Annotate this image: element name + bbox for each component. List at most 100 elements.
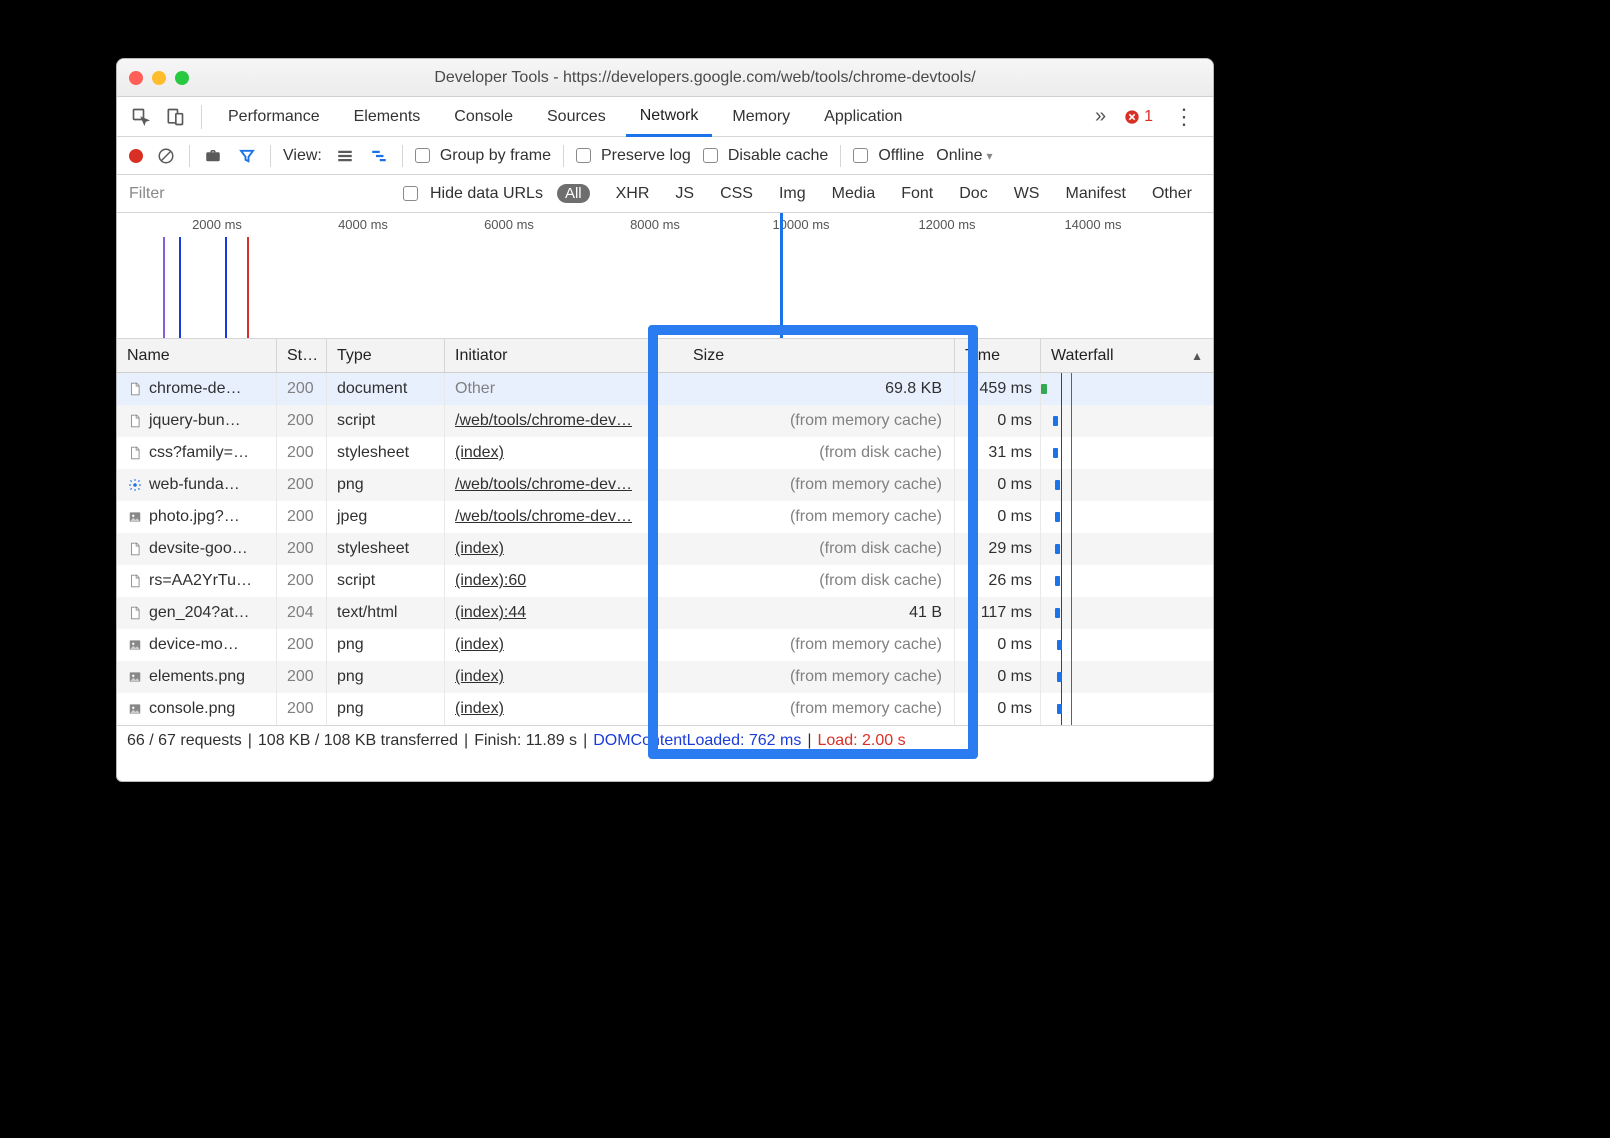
large-rows-icon[interactable] — [334, 145, 356, 167]
request-status: 200 — [277, 565, 327, 597]
column-size[interactable]: Size — [649, 339, 955, 372]
filter-type-all[interactable]: All — [557, 184, 590, 203]
status-dcl: DOMContentLoaded: 762 ms — [593, 732, 801, 750]
filter-type-font[interactable]: Font — [901, 185, 933, 203]
hide-data-urls-checkbox[interactable]: Hide data URLs — [403, 185, 543, 203]
request-initiator[interactable]: /web/tools/chrome-dev… — [445, 405, 649, 437]
status-requests: 66 / 67 requests — [127, 732, 242, 750]
request-initiator[interactable]: (index) — [445, 661, 649, 693]
request-type: script — [327, 565, 445, 597]
waterfall-bar — [1057, 704, 1062, 714]
timeline-cursor[interactable] — [780, 213, 783, 338]
request-size: (from disk cache) — [649, 533, 955, 565]
column-waterfall[interactable]: Waterfall▲ — [1041, 339, 1213, 372]
disable-cache-checkbox[interactable]: Disable cache — [703, 147, 829, 165]
column-type[interactable]: Type — [327, 339, 445, 372]
waterfall-view-icon[interactable] — [368, 145, 390, 167]
record-button[interactable] — [129, 149, 143, 163]
request-initiator[interactable]: (index):60 — [445, 565, 649, 597]
request-type: document — [327, 373, 445, 405]
settings-menu-icon[interactable]: ⋮ — [1165, 104, 1203, 130]
request-waterfall — [1041, 629, 1213, 661]
column-time[interactable]: Time — [955, 339, 1041, 372]
request-time: 29 ms — [955, 533, 1041, 565]
table-row[interactable]: jquery-bun…200script/web/tools/chrome-de… — [117, 405, 1213, 437]
tab-memory[interactable]: Memory — [718, 97, 804, 137]
request-size: (from disk cache) — [649, 437, 955, 469]
request-initiator[interactable]: (index) — [445, 629, 649, 661]
request-name: photo.jpg?… — [149, 508, 240, 526]
column-name[interactable]: Name — [117, 339, 277, 372]
filter-type-doc[interactable]: Doc — [959, 185, 987, 203]
request-size: (from disk cache) — [649, 565, 955, 597]
minimize-window-button[interactable] — [152, 71, 166, 85]
request-name: css?family=… — [149, 444, 249, 462]
offline-checkbox[interactable]: Offline — [853, 147, 924, 165]
request-size: (from memory cache) — [649, 693, 955, 725]
request-initiator[interactable]: (index) — [445, 533, 649, 565]
table-row[interactable]: chrome-de…200documentOther69.8 KB459 ms — [117, 373, 1213, 405]
tab-application[interactable]: Application — [810, 97, 916, 137]
group-by-frame-checkbox[interactable]: Group by frame — [415, 147, 551, 165]
request-name: chrome-de… — [149, 380, 241, 398]
filter-type-css[interactable]: CSS — [720, 185, 753, 203]
request-type: png — [327, 693, 445, 725]
table-row[interactable]: console.png200png(index)(from memory cac… — [117, 693, 1213, 725]
filter-icon[interactable] — [236, 145, 258, 167]
request-initiator[interactable]: /web/tools/chrome-dev… — [445, 501, 649, 533]
throttling-select[interactable]: Online▾ — [936, 147, 992, 165]
table-row[interactable]: css?family=…200stylesheet(index)(from di… — [117, 437, 1213, 469]
filter-type-js[interactable]: JS — [675, 185, 694, 203]
request-waterfall — [1041, 661, 1213, 693]
request-time: 0 ms — [955, 469, 1041, 501]
request-initiator[interactable]: /web/tools/chrome-dev… — [445, 469, 649, 501]
tab-network[interactable]: Network — [626, 97, 713, 137]
filter-type-other[interactable]: Other — [1152, 185, 1192, 203]
table-header: Name St… Type Initiator Size Time Waterf… — [117, 339, 1213, 373]
request-status: 200 — [277, 629, 327, 661]
error-badge[interactable]: 1 — [1124, 108, 1153, 126]
close-window-button[interactable] — [129, 71, 143, 85]
doc-icon — [127, 573, 143, 589]
request-waterfall — [1041, 565, 1213, 597]
zoom-window-button[interactable] — [175, 71, 189, 85]
table-row[interactable]: elements.png200png(index)(from memory ca… — [117, 661, 1213, 693]
request-size: (from memory cache) — [649, 501, 955, 533]
tab-sources[interactable]: Sources — [533, 97, 620, 137]
column-status[interactable]: St… — [277, 339, 327, 372]
tab-elements[interactable]: Elements — [340, 97, 435, 137]
column-initiator[interactable]: Initiator — [445, 339, 649, 372]
table-row[interactable]: device-mo…200png(index)(from memory cach… — [117, 629, 1213, 661]
filter-type-img[interactable]: Img — [779, 185, 806, 203]
img-icon — [127, 637, 143, 653]
tab-console[interactable]: Console — [440, 97, 527, 137]
request-status: 200 — [277, 469, 327, 501]
request-time: 0 ms — [955, 405, 1041, 437]
table-row[interactable]: gen_204?at…204text/html(index):4441 B117… — [117, 597, 1213, 629]
more-tabs-icon[interactable]: » — [1089, 105, 1112, 128]
table-row[interactable]: devsite-goo…200stylesheet(index)(from di… — [117, 533, 1213, 565]
inspect-element-icon[interactable] — [127, 103, 155, 131]
waterfall-bar — [1057, 672, 1062, 682]
filter-type-manifest[interactable]: Manifest — [1065, 185, 1125, 203]
request-time: 0 ms — [955, 693, 1041, 725]
request-initiator[interactable]: (index):44 — [445, 597, 649, 629]
table-row[interactable]: photo.jpg?…200jpeg/web/tools/chrome-dev…… — [117, 501, 1213, 533]
preserve-log-checkbox[interactable]: Preserve log — [576, 147, 691, 165]
panel-tabs: PerformanceElementsConsoleSourcesNetwork… — [117, 97, 1213, 137]
filter-type-ws[interactable]: WS — [1014, 185, 1040, 203]
capture-screenshots-icon[interactable] — [202, 145, 224, 167]
table-row[interactable]: web-funda…200png/web/tools/chrome-dev…(f… — [117, 469, 1213, 501]
filter-type-xhr[interactable]: XHR — [616, 185, 650, 203]
device-toolbar-icon[interactable] — [161, 103, 189, 131]
request-size: (from memory cache) — [649, 405, 955, 437]
timeline-overview[interactable]: 2000 ms4000 ms6000 ms8000 ms10000 ms1200… — [117, 213, 1213, 339]
request-initiator[interactable]: (index) — [445, 693, 649, 725]
table-row[interactable]: rs=AA2YrTu…200script(index):60(from disk… — [117, 565, 1213, 597]
filter-type-media[interactable]: Media — [832, 185, 876, 203]
tab-performance[interactable]: Performance — [214, 97, 334, 137]
clear-icon[interactable] — [155, 145, 177, 167]
filter-input[interactable] — [129, 181, 389, 207]
request-initiator[interactable]: (index) — [445, 437, 649, 469]
timeline-tick: 8000 ms — [630, 217, 680, 232]
